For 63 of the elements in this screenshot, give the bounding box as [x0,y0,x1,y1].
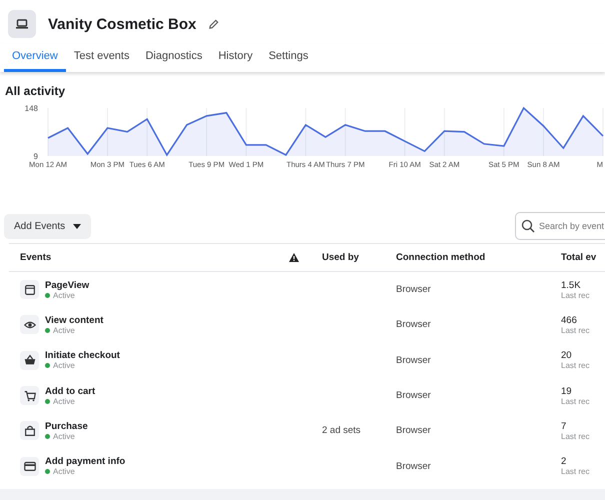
status-dot-icon [45,292,50,298]
last-received-text: Last rec [561,326,590,335]
last-received-text: Last rec [561,467,590,476]
basket-icon [20,350,39,370]
column-header: Total ev [560,252,598,263]
section-title: All activity [5,84,66,98]
last-received-text: Last rec [561,361,590,370]
column-header: Events [19,252,52,263]
tab[interactable]: Test events [66,44,138,72]
last-received-text: Last rec [561,432,590,441]
status-text: Active [53,361,75,370]
event-name: Add to cart [45,386,96,397]
connection-method-cell-text: Browser [395,284,432,296]
y-tick-label: 9 [34,152,38,161]
bag-icon [20,421,39,440]
column-header: Connection method [395,252,486,263]
tab[interactable]: History [210,44,261,72]
search-field[interactable]: Search by event [515,212,605,240]
y-tick-label: 148 [24,104,38,113]
status-text: Active [53,432,75,441]
connection-method-cell-text: Browser [395,460,432,472]
status-dot-icon [45,469,50,474]
connection-method-cell-text: Browser [395,425,432,436]
search-icon [521,219,535,233]
tab[interactable]: Settings [260,44,316,72]
status-text: Active [53,396,75,406]
event-name: PageView [45,280,90,291]
connection-method-cell-text: Browser [395,354,432,366]
event-name: Add payment info [45,456,126,468]
total-count: 2 [561,456,566,468]
status-text: Active [53,326,75,335]
last-received-text: Last rec [561,396,590,406]
eye-icon [20,315,39,334]
browser-window-icon [20,280,39,300]
page-title: Vanity Cosmetic Box [48,16,196,32]
column-header: Used by [321,252,360,263]
used-by-cell-text: 2 ad sets [321,425,361,436]
status-dot-icon [45,398,50,404]
status-dot-icon [45,328,50,333]
connection-method-cell-text: Browser [395,319,432,330]
pencil-icon[interactable] [208,18,220,30]
event-name: Initiate checkout [45,350,120,362]
total-count: 7 [561,420,566,432]
event-name: Purchase [45,420,88,432]
total-count: 466 [561,314,577,326]
status-text: Active [53,290,75,300]
caret-icon [73,224,82,228]
tab[interactable]: Overview [4,44,66,72]
connection-method-cell-text: Browser [395,390,432,402]
add-events-button[interactable]: Add Events [4,214,92,238]
tab[interactable]: Diagnostics [137,44,210,72]
total-count: 19 [561,386,572,397]
event-name: View content [45,314,104,326]
status-dot-icon [45,434,50,439]
status-dot-icon [45,363,50,368]
laptop-icon [8,10,36,38]
credit-card-icon [20,456,39,476]
cart-icon [20,386,39,406]
status-text: Active [53,467,75,476]
total-count: 20 [561,350,572,362]
last-received-text: Last rec [561,290,590,300]
total-count: 1.5K [561,280,581,291]
warning-icon [289,253,299,262]
